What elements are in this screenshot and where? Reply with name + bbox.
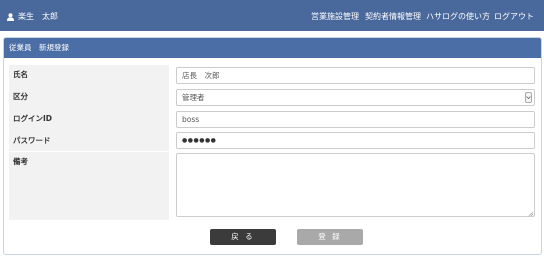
nav-facility-management[interactable]: 営業施設管理 bbox=[311, 11, 359, 22]
category-select[interactable]: 管理者 bbox=[176, 89, 535, 106]
user-icon bbox=[7, 12, 14, 21]
current-user: 楽生 太郎 bbox=[7, 11, 58, 22]
category-label: 区分 bbox=[9, 87, 169, 109]
name-label: 氏名 bbox=[9, 65, 169, 87]
password-label: パスワード bbox=[9, 131, 169, 151]
form-row-notes: 備考 bbox=[9, 152, 535, 220]
category-selected-value: 管理者 bbox=[182, 93, 205, 102]
notes-textarea[interactable] bbox=[176, 153, 535, 217]
register-button[interactable]: 登 録 bbox=[297, 229, 363, 245]
login-id-label: ログインID bbox=[9, 109, 169, 131]
form-row-name: 氏名 店長 次郎 bbox=[9, 65, 535, 87]
form-row-password: パスワード ●●●●●● bbox=[9, 131, 535, 151]
nav-how-to-use[interactable]: ハサログの使い方 bbox=[426, 11, 490, 22]
user-name: 楽生 太郎 bbox=[18, 12, 58, 21]
notes-label: 備考 bbox=[9, 152, 169, 220]
nav-logout[interactable]: ログアウト bbox=[494, 11, 534, 22]
panel-title: 従業員 新規登録 bbox=[4, 38, 541, 58]
login-id-input[interactable]: boss bbox=[176, 111, 535, 128]
chevron-down-icon[interactable] bbox=[525, 92, 532, 103]
form-row-category: 区分 管理者 bbox=[9, 87, 535, 109]
employee-registration-panel: 従業員 新規登録 氏名 店長 次郎 区分 管理者 ログインID boss パスワ… bbox=[3, 37, 542, 255]
password-input[interactable]: ●●●●●● bbox=[176, 132, 535, 149]
name-input[interactable]: 店長 次郎 bbox=[176, 67, 535, 84]
form-row-login-id: ログインID boss bbox=[9, 109, 535, 131]
back-button[interactable]: 戻 る bbox=[210, 229, 276, 245]
resize-grip-icon[interactable] bbox=[528, 210, 534, 219]
nav-contractor-info[interactable]: 契約者情報管理 bbox=[365, 11, 421, 22]
top-navbar: 楽生 太郎 営業施設管理 契約者情報管理 ハサログの使い方 ログアウト bbox=[0, 0, 544, 31]
